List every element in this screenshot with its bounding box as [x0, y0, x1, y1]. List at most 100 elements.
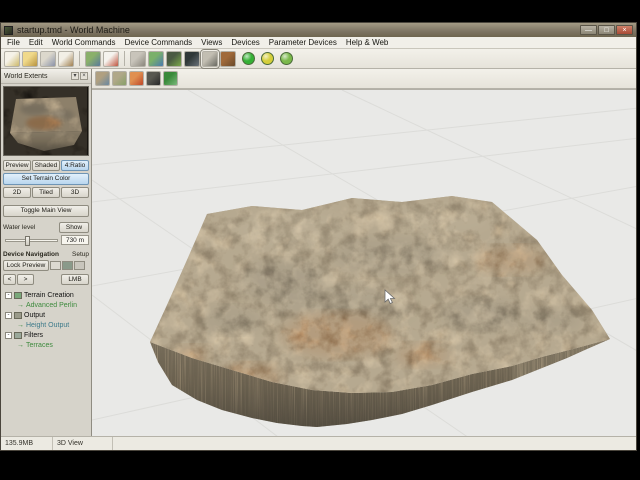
- explorer-view-icon[interactable]: [148, 50, 164, 67]
- menu-views[interactable]: Views: [201, 38, 222, 47]
- panel-dropdown-icon[interactable]: ▾: [71, 72, 79, 80]
- menu-devices[interactable]: Devices: [231, 38, 259, 47]
- content-area: World Extents ▾ × Preview Shaded 4:Ratio…: [1, 69, 636, 436]
- panel-close-icon[interactable]: ×: [80, 72, 88, 80]
- view-tiled-button[interactable]: Tiled: [32, 187, 60, 198]
- tree-item-output[interactable]: - Output: [5, 311, 91, 320]
- maximize-button[interactable]: □: [598, 25, 615, 35]
- water-display-icon[interactable]: [129, 71, 144, 86]
- tree-item-filters[interactable]: - Filters: [5, 331, 91, 340]
- terrain-3d-render: [92, 90, 636, 436]
- lmb-button[interactable]: LMB: [61, 274, 89, 285]
- edit-terrain-icon[interactable]: [163, 71, 178, 86]
- texture-view-icon[interactable]: [220, 50, 236, 67]
- open-file-icon[interactable]: [22, 50, 38, 67]
- menu-world-commands[interactable]: World Commands: [52, 38, 116, 47]
- title-bar[interactable]: startup.tmd - World Machine — □ ×: [1, 23, 636, 37]
- panel-title: World Extents: [4, 72, 48, 80]
- build-button[interactable]: [242, 52, 255, 65]
- menu-edit[interactable]: Edit: [29, 38, 43, 47]
- left-sidebar: World Extents ▾ × Preview Shaded 4:Ratio…: [1, 69, 92, 436]
- perspective-view-icon[interactable]: [112, 71, 127, 86]
- camera-settings-icon[interactable]: [146, 71, 161, 86]
- main-column: [92, 69, 636, 436]
- water-level-value: 730 m: [61, 235, 89, 245]
- device-workview-icon[interactable]: [103, 50, 119, 67]
- minimize-button[interactable]: —: [580, 25, 597, 35]
- world-machine-window: startup.tmd - World Machine — □ × File Edit…: [0, 22, 637, 451]
- device-group-icon: [14, 312, 22, 319]
- setup-label[interactable]: Setup: [72, 251, 89, 258]
- tree-item-terraces[interactable]: → Terraces: [5, 341, 91, 350]
- tree-item-terrain-creation[interactable]: - Terrain Creation: [5, 291, 91, 300]
- tree-label: Height Output: [26, 322, 70, 329]
- build-blend-button[interactable]: [261, 52, 274, 65]
- device-group-icon: [14, 332, 22, 339]
- nav-option-2-button[interactable]: [62, 261, 73, 270]
- tree-item-advanced-perlin[interactable]: → Advanced Perlin: [5, 301, 91, 310]
- toggle-main-view-button[interactable]: Toggle Main View: [3, 205, 89, 217]
- overview-map-icon[interactable]: [95, 71, 110, 86]
- memory-usage: 135.9MB: [1, 437, 53, 450]
- sidebar-panel-header[interactable]: World Extents ▾ ×: [1, 69, 91, 84]
- nav-next-button[interactable]: >: [17, 274, 34, 285]
- preview-tab[interactable]: Preview: [3, 160, 31, 171]
- menu-help-web[interactable]: Help & Web: [346, 38, 389, 47]
- shaded-tab[interactable]: Shaded: [32, 160, 60, 171]
- build-world-button[interactable]: [280, 52, 293, 65]
- export-icon[interactable]: [58, 50, 74, 67]
- status-spacer: [113, 437, 636, 450]
- menu-bar: File Edit World Commands Device Commands Vie…: [1, 37, 636, 49]
- parameter-view-icon[interactable]: [130, 50, 146, 67]
- expander-icon[interactable]: -: [5, 312, 12, 319]
- save-file-icon[interactable]: [40, 50, 56, 67]
- nav-option-3-button[interactable]: [74, 261, 85, 270]
- nav-prev-button[interactable]: <: [3, 274, 16, 285]
- show-water-button[interactable]: Show: [59, 222, 89, 233]
- toolbar-separator: [79, 51, 80, 66]
- tree-label: Terraces: [26, 342, 53, 349]
- viewport-3d[interactable]: [92, 89, 636, 436]
- menu-file[interactable]: File: [7, 38, 20, 47]
- menu-parameter-devices[interactable]: Parameter Devices: [269, 38, 337, 47]
- view-3d-icon[interactable]: [200, 48, 220, 69]
- device-arrow-icon: →: [17, 302, 24, 309]
- set-terrain-color-button[interactable]: Set Terrain Color: [3, 173, 89, 185]
- new-world-icon[interactable]: [4, 50, 20, 67]
- device-arrow-icon: →: [17, 342, 24, 349]
- water-level-label: Water level: [3, 224, 36, 231]
- toolbar-separator: [124, 51, 125, 66]
- panel-buttons: ▾ ×: [70, 72, 88, 80]
- app-icon: [4, 25, 13, 35]
- device-arrow-icon: →: [17, 322, 24, 329]
- slider-thumb[interactable]: [25, 235, 31, 246]
- device-group-icon: [14, 292, 22, 299]
- mesh-view-icon[interactable]: [184, 50, 200, 67]
- expander-icon[interactable]: -: [5, 292, 12, 299]
- window-controls: — □ ×: [580, 25, 633, 35]
- heightfield-view-icon[interactable]: [166, 50, 182, 67]
- tree-item-height-output[interactable]: → Height Output: [5, 321, 91, 330]
- tree-label: Output: [24, 312, 46, 319]
- tree-label: Filters: [24, 332, 44, 339]
- lock-preview-button[interactable]: Lock Preview: [3, 260, 49, 271]
- view-mode-buttons: 2D Tiled 3D: [1, 187, 91, 198]
- layout-view-icon[interactable]: [85, 50, 101, 67]
- terrain-preview-thumbnail[interactable]: [3, 86, 89, 156]
- main-toolbar: [1, 48, 636, 69]
- water-level-slider[interactable]: [5, 235, 58, 246]
- view-2d-button[interactable]: 2D: [3, 187, 31, 198]
- view-3d-button[interactable]: 3D: [61, 187, 89, 198]
- window-title: startup.tmd - World Machine: [17, 25, 130, 35]
- device-navigation-label: Device Navigation: [3, 251, 59, 258]
- menu-device-commands[interactable]: Device Commands: [125, 38, 193, 47]
- tree-label: Terrain Creation: [24, 292, 74, 299]
- expander-icon[interactable]: -: [5, 332, 12, 339]
- status-bar: 135.9MB 3D View: [1, 436, 636, 450]
- nav-option-1-button[interactable]: [50, 261, 61, 270]
- preview-mode-tabs: Preview Shaded 4:Ratio: [1, 160, 91, 171]
- ratio-tab[interactable]: 4:Ratio: [61, 160, 89, 171]
- view-toolbar: [92, 69, 636, 89]
- close-button[interactable]: ×: [616, 25, 633, 35]
- current-view-label: 3D View: [53, 437, 113, 450]
